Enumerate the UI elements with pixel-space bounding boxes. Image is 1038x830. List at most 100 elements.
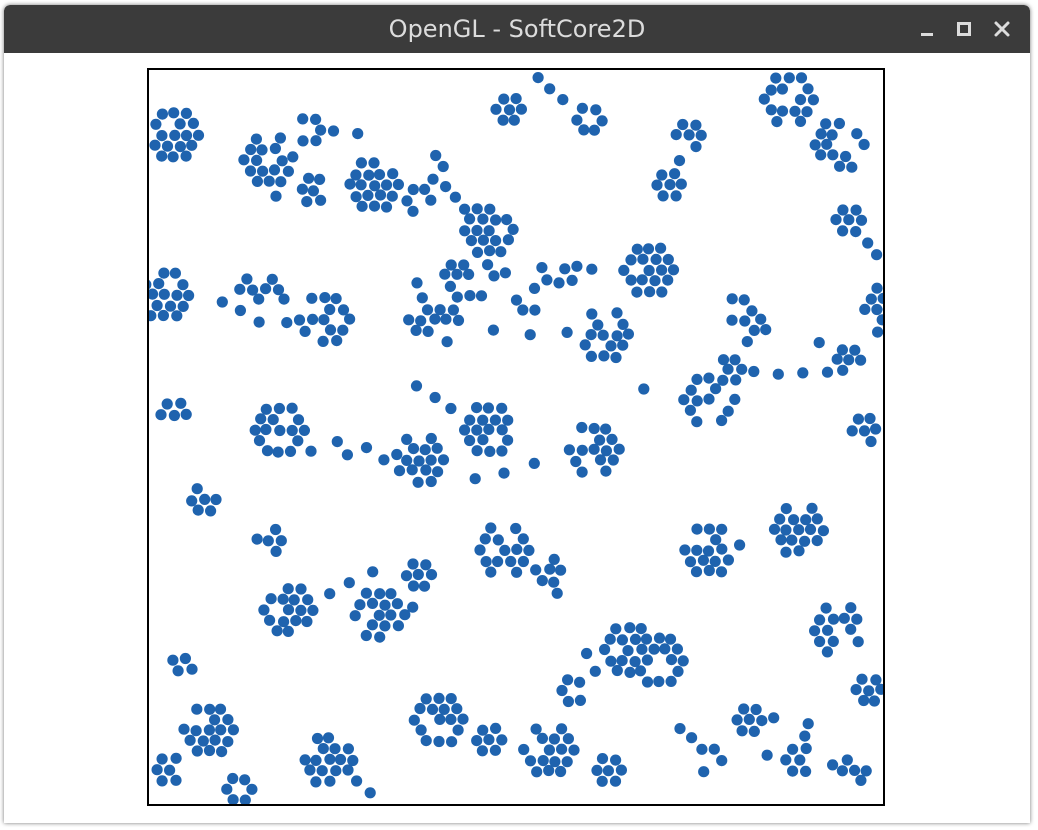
particle [872, 326, 883, 338]
particle [708, 743, 720, 755]
particle [297, 135, 309, 147]
particle [149, 288, 159, 300]
particle [617, 339, 629, 351]
particle [624, 666, 636, 679]
particle [306, 292, 318, 304]
particle [257, 165, 269, 177]
particle [802, 83, 814, 95]
particle [670, 129, 682, 141]
particle [315, 194, 327, 206]
particle [544, 563, 556, 575]
particle [541, 274, 553, 286]
particle [537, 755, 549, 767]
window-title: OpenGL - SoftCore2D [388, 15, 646, 43]
title-bar[interactable]: OpenGL - SoftCore2D [4, 5, 1030, 53]
particle [430, 149, 442, 162]
particle [864, 412, 876, 425]
particle [496, 734, 508, 746]
particle [474, 544, 486, 556]
particle [651, 179, 663, 191]
particle [310, 776, 322, 788]
particle [871, 303, 883, 316]
particle [845, 602, 857, 614]
particle [379, 620, 391, 632]
particle [386, 190, 398, 202]
particle [675, 178, 687, 190]
particle [576, 466, 588, 478]
particle [736, 725, 748, 737]
particle [843, 354, 855, 366]
particle [295, 583, 307, 595]
particle [360, 442, 373, 454]
particle [780, 503, 792, 515]
particle [234, 283, 246, 295]
particle [827, 149, 839, 161]
particle [161, 398, 173, 410]
particle [859, 303, 871, 315]
minimize-button[interactable] [914, 16, 940, 42]
particle [590, 104, 602, 116]
particle [799, 730, 811, 742]
particle [331, 436, 343, 448]
particle [536, 732, 548, 745]
particle [284, 445, 297, 457]
particle [787, 743, 799, 755]
particle [463, 268, 475, 280]
particle [251, 533, 263, 545]
particle [419, 444, 431, 456]
particle [445, 402, 457, 415]
particle [780, 546, 792, 558]
particle [401, 454, 413, 466]
particle [685, 384, 697, 396]
particle [566, 274, 578, 286]
particle [349, 610, 361, 622]
particle [479, 533, 491, 545]
particle [827, 613, 840, 625]
particle [748, 365, 760, 378]
particle [250, 133, 262, 145]
particle [741, 336, 753, 348]
particle [637, 253, 649, 265]
particle [746, 305, 758, 317]
particle [517, 304, 529, 316]
particle [170, 774, 182, 786]
particle [820, 118, 832, 130]
particle [562, 695, 574, 708]
particle [369, 180, 381, 192]
particle [640, 633, 653, 645]
maximize-button[interactable] [951, 16, 977, 42]
particle [804, 523, 817, 535]
particle [393, 465, 406, 477]
particle [814, 635, 826, 648]
particle [515, 103, 527, 115]
particle [477, 234, 489, 246]
particle [611, 664, 623, 677]
particle [177, 300, 189, 312]
particle [471, 203, 483, 215]
particle [662, 253, 674, 266]
particle [846, 425, 858, 437]
particle [401, 433, 413, 445]
particle [726, 293, 738, 305]
particle [459, 225, 471, 237]
particle [317, 335, 329, 347]
particle [524, 755, 537, 767]
particle [407, 558, 419, 570]
particle [192, 504, 204, 516]
particle [553, 277, 565, 289]
particle [686, 732, 698, 744]
particle [385, 609, 397, 621]
particle [571, 260, 583, 272]
particle [501, 214, 513, 226]
particle [400, 570, 413, 582]
particle [263, 175, 275, 187]
particle [282, 583, 294, 595]
particle [356, 200, 368, 212]
particle [490, 722, 502, 735]
particle [562, 733, 574, 745]
particle [161, 140, 174, 152]
simulation-canvas[interactable] [147, 68, 885, 806]
close-button[interactable] [989, 16, 1015, 42]
particle [586, 263, 598, 275]
particle [499, 544, 511, 556]
